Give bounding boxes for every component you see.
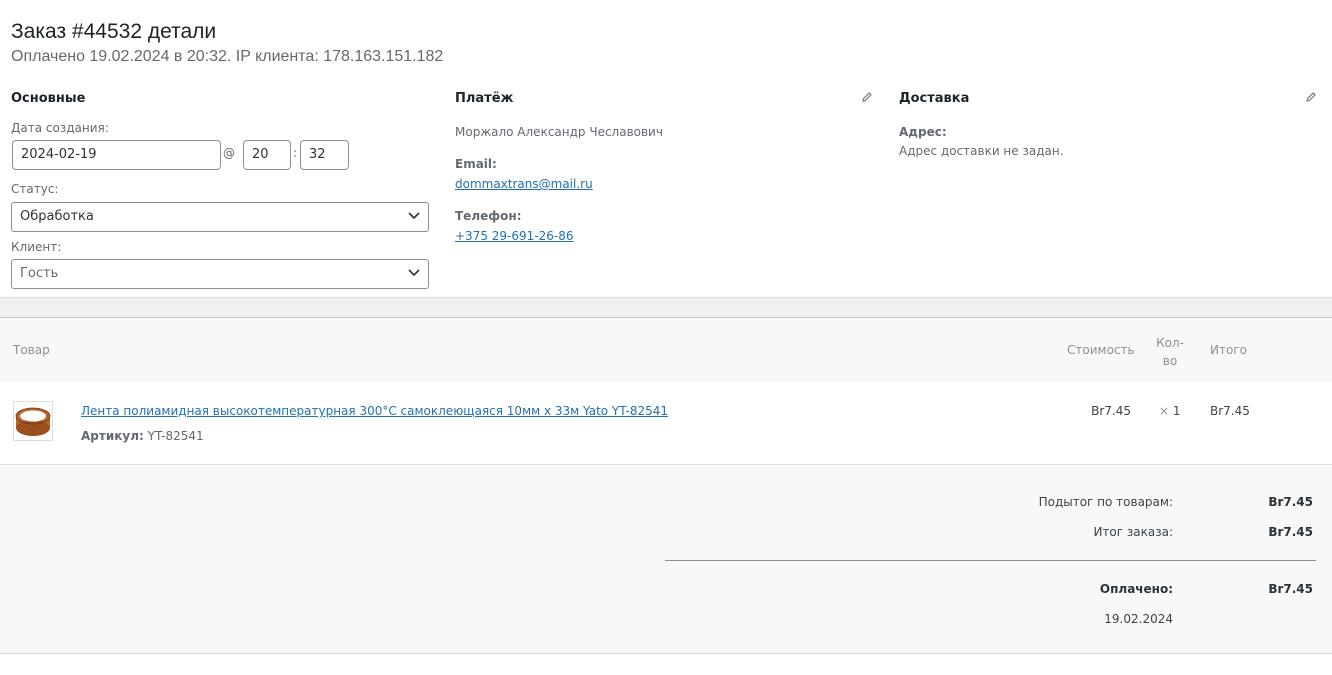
pencil-icon[interactable]	[1305, 91, 1317, 103]
date-created-input[interactable]: 2024-02-19	[12, 140, 221, 170]
items-table-header: Товар Стоимость Кол- во Итого	[0, 318, 1332, 382]
product-thumbnail[interactable]	[13, 401, 53, 441]
sku-label: Артикул:	[81, 429, 144, 443]
at-separator: @	[223, 146, 235, 160]
paid-date: 19.02.2024	[1104, 612, 1173, 626]
paid-label: Оплачено:	[1099, 582, 1173, 596]
column-total: Итого	[1210, 343, 1247, 357]
date-created-label: Дата создания:	[11, 121, 109, 135]
subtotal-label: Подытог по товарам:	[1038, 495, 1173, 509]
sku-value: YT-82541	[147, 429, 204, 443]
hour-input[interactable]: 20	[243, 140, 291, 170]
minute-input[interactable]: 32	[300, 140, 349, 170]
order-totals-panel: Подытог по товарам: Br7.45 Итог заказа: …	[0, 466, 1332, 654]
product-sku: Артикул: YT-82541	[81, 429, 204, 443]
status-select-value: Обработка	[20, 209, 94, 224]
address-value: Адрес доставки не задан.	[899, 144, 1064, 158]
chevron-down-icon	[408, 212, 420, 220]
status-label: Статус:	[11, 182, 59, 196]
column-cost: Стоимость	[1067, 343, 1135, 357]
pencil-icon[interactable]	[861, 91, 873, 103]
email-link[interactable]: dommaxtrans@mail.ru	[455, 177, 593, 191]
item-cost: Br7.45	[1091, 404, 1131, 418]
order-total-value: Br7.45	[1268, 525, 1313, 539]
customer-label: Клиент:	[11, 240, 62, 254]
item-total: Br7.45	[1210, 404, 1250, 418]
product-name-link[interactable]: Лента полиамидная высокотемпературная 30…	[81, 404, 668, 418]
qty-value: 1	[1172, 404, 1181, 418]
status-select[interactable]: Обработка	[11, 202, 429, 232]
tape-roll-image	[15, 407, 51, 436]
billing-name: Моржало Александр Чеславович	[455, 125, 663, 139]
page-title: Заказ #44532 детали	[11, 20, 217, 43]
shipping-heading: Доставка	[899, 91, 970, 106]
chevron-down-icon	[408, 269, 420, 277]
customer-select-value: Гость	[20, 266, 59, 281]
column-qty: Кол- во	[1156, 334, 1184, 370]
column-qty-line1: Кол-	[1156, 336, 1184, 350]
page-subtitle: Оплачено 19.02.2024 в 20:32. IP клиента:…	[11, 48, 444, 65]
column-qty-line2: во	[1162, 354, 1178, 368]
time-colon: :	[293, 146, 298, 160]
order-total-label: Итог заказа:	[1093, 525, 1173, 539]
item-qty: × 1	[1159, 404, 1181, 418]
qty-times: ×	[1159, 404, 1170, 418]
section-divider	[0, 297, 1332, 318]
column-product: Товар	[13, 343, 50, 357]
email-label: Email:	[455, 157, 497, 171]
customer-select[interactable]: Гость	[11, 259, 429, 289]
billing-heading: Платёж	[455, 91, 514, 106]
totals-divider	[665, 560, 1316, 561]
address-label: Адрес:	[899, 125, 947, 139]
subtotal-value: Br7.45	[1268, 495, 1313, 509]
general-heading: Основные	[11, 91, 86, 106]
paid-value: Br7.45	[1268, 582, 1313, 596]
table-row: Лента полиамидная высокотемпературная 30…	[0, 382, 1332, 465]
phone-link[interactable]: +375 29-691-26-86	[455, 229, 573, 243]
phone-label: Телефон:	[455, 209, 522, 223]
